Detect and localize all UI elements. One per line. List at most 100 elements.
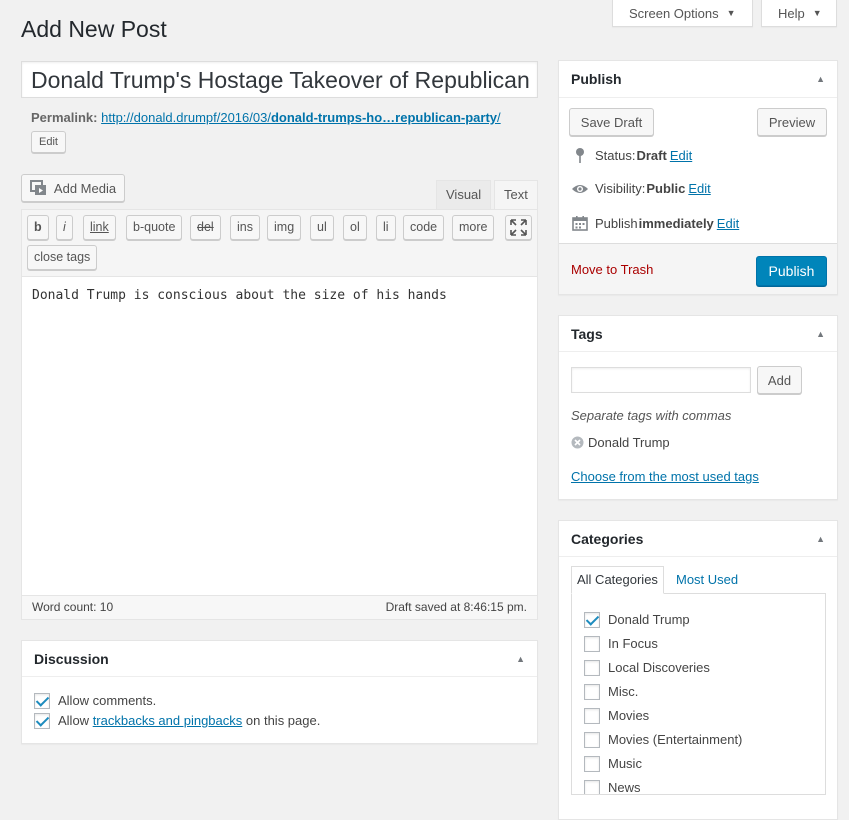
publish-button[interactable]: Publish	[756, 256, 827, 286]
add-media-label: Add Media	[53, 180, 117, 196]
li-button[interactable]: li	[376, 215, 396, 240]
category-checkbox[interactable]	[584, 756, 600, 772]
allow-prefix: Allow	[58, 713, 93, 728]
publish-time-value: immediately	[638, 215, 714, 231]
link-button[interactable]: link	[83, 215, 116, 240]
tags-box: Tags ▲ Add Separate tags with commas Don…	[558, 315, 838, 500]
category-checkbox[interactable]	[584, 780, 600, 794]
collapse-arrow-icon[interactable]: ▲	[816, 534, 825, 544]
allow-pingbacks-checkbox[interactable]	[34, 713, 50, 729]
tags-hint: Separate tags with commas	[571, 408, 732, 423]
expand-icon	[510, 219, 527, 236]
add-media-button[interactable]: Add Media	[21, 174, 125, 202]
discussion-header[interactable]: Discussion ▲	[22, 641, 537, 677]
help-label: Help	[778, 5, 805, 21]
permalink-url-base: http://donald.drumpf/2016/03/	[101, 110, 271, 125]
categories-header[interactable]: Categories ▲	[559, 521, 837, 557]
post-title-input[interactable]: Donald Trump's Hostage Takeover of Repub…	[21, 61, 538, 98]
publish-actions: Move to Trash Publish	[559, 243, 837, 294]
ul-button[interactable]: ul	[310, 215, 334, 240]
category-list: Donald Trump In Focus Local Discoveries …	[571, 593, 826, 795]
permalink: Permalink: http://donald.drumpf/2016/03/…	[31, 110, 501, 125]
save-draft-button[interactable]: Save Draft	[569, 108, 654, 136]
publish-time-row: Publish immediately Edit	[571, 215, 739, 231]
help-button[interactable]: Help ▼	[761, 0, 837, 27]
publish-time-edit-link[interactable]: Edit	[717, 216, 739, 231]
fullscreen-button[interactable]	[505, 215, 532, 240]
category-label: Movies (Entertainment)	[608, 732, 743, 747]
italic-button[interactable]: i	[56, 215, 73, 240]
permalink-link[interactable]: http://donald.drumpf/2016/03/donald-trum…	[101, 110, 501, 125]
tab-all-categories[interactable]: All Categories	[571, 566, 664, 594]
category-checkbox[interactable]	[584, 660, 600, 676]
discussion-box: Discussion ▲ Allow comments. Allow track…	[21, 640, 538, 744]
blockquote-button[interactable]: b-quote	[126, 215, 183, 240]
remove-tag-icon[interactable]	[571, 436, 584, 449]
category-checkbox[interactable]	[584, 732, 600, 748]
visibility-label: Visibility:	[595, 181, 646, 196]
word-count: Word count: 10	[32, 600, 114, 614]
category-checkbox[interactable]	[584, 636, 600, 652]
status-value: Draft	[636, 147, 667, 163]
allow-comments-checkbox[interactable]	[34, 693, 50, 709]
permalink-trailing: /	[497, 110, 501, 125]
permalink-label: Permalink:	[31, 110, 98, 125]
screen-options-label: Screen Options	[629, 5, 719, 21]
choose-most-used-tags-link[interactable]: Choose from the most used tags	[571, 469, 759, 484]
allow-comments-label: Allow comments.	[58, 693, 157, 708]
allow-pingbacks-label: Allow trackbacks and pingbacks on this p…	[58, 713, 320, 728]
quicktags-toolbar: b i link b-quote del ins img ul ol li co…	[22, 210, 537, 277]
ol-button[interactable]: ol	[343, 215, 367, 240]
media-icon	[29, 180, 46, 195]
status-row: Status: Draft Edit	[571, 147, 692, 163]
tag-input[interactable]	[571, 367, 751, 393]
preview-button[interactable]: Preview	[757, 108, 827, 136]
ins-button[interactable]: ins	[230, 215, 260, 240]
tab-text[interactable]: Text	[494, 180, 538, 211]
add-tag-button[interactable]: Add	[757, 366, 802, 394]
category-label: In Focus	[608, 636, 658, 651]
close-tags-button[interactable]: close tags	[27, 245, 98, 270]
bold-button[interactable]: b	[27, 215, 49, 240]
discussion-title: Discussion	[34, 650, 109, 667]
category-checkbox[interactable]	[584, 708, 600, 724]
calendar-icon	[571, 215, 589, 231]
more-button[interactable]: more	[452, 215, 495, 240]
editor-content[interactable]: Donald Trump is conscious about the size…	[32, 288, 447, 303]
publish-title: Publish	[571, 71, 622, 87]
category-label: Local Discoveries	[608, 660, 710, 675]
categories-title: Categories	[571, 530, 644, 547]
editor: b i link b-quote del ins img ul ol li co…	[21, 209, 538, 620]
permalink-edit-button[interactable]: Edit	[31, 131, 66, 153]
del-button[interactable]: del	[190, 215, 221, 240]
draft-saved-status: Draft saved at 8:46:15 pm.	[385, 600, 527, 614]
move-to-trash-link[interactable]: Move to Trash	[571, 262, 653, 277]
publish-box: Publish ▲ Save Draft Preview Status: Dra…	[558, 60, 838, 295]
category-checkbox[interactable]	[584, 684, 600, 700]
collapse-arrow-icon[interactable]: ▲	[816, 74, 825, 84]
img-button[interactable]: img	[267, 215, 302, 240]
status-edit-link[interactable]: Edit	[670, 148, 692, 163]
category-label: Movies	[608, 708, 650, 723]
pin-icon	[571, 147, 589, 163]
tab-most-used[interactable]: Most Used	[676, 572, 738, 587]
code-button[interactable]: code	[403, 215, 445, 240]
status-label: Status:	[595, 147, 636, 163]
visibility-edit-link[interactable]: Edit	[688, 181, 710, 196]
eye-icon	[571, 183, 589, 195]
collapse-arrow-icon[interactable]: ▲	[816, 329, 825, 339]
publish-time-label: Publish	[595, 215, 638, 231]
collapse-arrow-icon[interactable]: ▲	[516, 654, 525, 664]
category-checkbox[interactable]	[584, 612, 600, 628]
categories-box: Categories ▲ All Categories Most Used Do…	[558, 520, 838, 820]
publish-header[interactable]: Publish ▲	[559, 61, 837, 98]
category-label: Misc.	[608, 684, 639, 699]
editor-status-bar: Word count: 10 Draft saved at 8:46:15 pm…	[22, 595, 537, 619]
tags-header[interactable]: Tags ▲	[559, 316, 837, 352]
page-title: Add New Post	[21, 16, 167, 42]
tab-visual[interactable]: Visual	[436, 180, 492, 210]
trackbacks-link[interactable]: trackbacks and pingbacks	[93, 713, 243, 728]
screen-options-button[interactable]: Screen Options ▼	[612, 0, 753, 27]
tags-title: Tags	[571, 325, 603, 342]
caret-down-icon: ▼	[726, 7, 736, 18]
